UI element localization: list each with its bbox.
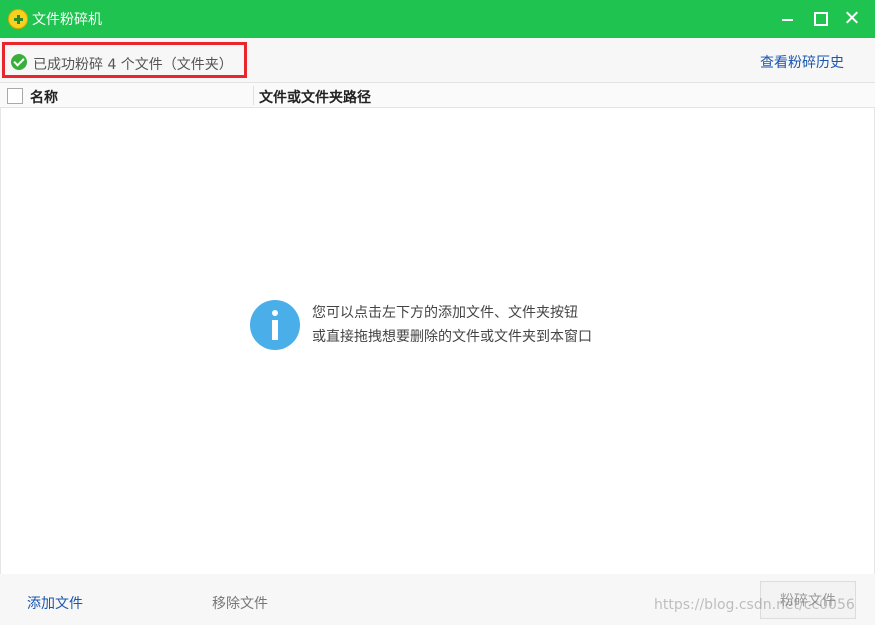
table-header: 名称 文件或文件夹路径 bbox=[0, 82, 875, 108]
empty-state-hint-line1: 您可以点击左下方的添加文件、文件夹按钮 bbox=[312, 305, 578, 321]
empty-state-hint-line2: 或直接拖拽想要删除的文件或文件夹到本窗口 bbox=[312, 329, 592, 345]
view-history-link[interactable]: 查看粉碎历史 bbox=[760, 52, 844, 72]
title-bar: 文件粉碎机 bbox=[0, 0, 875, 38]
select-all-checkbox[interactable] bbox=[7, 88, 23, 104]
status-message: 已成功粉碎 4 个文件（文件夹） bbox=[33, 57, 233, 73]
shredder-app-icon bbox=[8, 9, 28, 29]
column-divider[interactable] bbox=[253, 86, 254, 105]
column-header-path[interactable]: 文件或文件夹路径 bbox=[259, 87, 371, 107]
check-circle-icon bbox=[11, 54, 27, 70]
minimize-icon[interactable] bbox=[774, 4, 802, 32]
window-title: 文件粉碎机 bbox=[32, 12, 102, 28]
status-message-highlight: 已成功粉碎 4 个文件（文件夹） bbox=[2, 42, 247, 78]
info-icon bbox=[250, 300, 300, 350]
close-icon[interactable] bbox=[838, 4, 866, 32]
maximize-icon[interactable] bbox=[805, 4, 833, 32]
add-file-button[interactable]: 添加文件 bbox=[27, 593, 83, 613]
remove-file-button[interactable]: 移除文件 bbox=[212, 593, 268, 613]
status-row: 已成功粉碎 4 个文件（文件夹） 查看粉碎历史 bbox=[0, 38, 875, 82]
watermark-text: https://blog.csdn.net/cc0056 bbox=[654, 597, 855, 613]
column-header-name[interactable]: 名称 bbox=[30, 87, 58, 107]
